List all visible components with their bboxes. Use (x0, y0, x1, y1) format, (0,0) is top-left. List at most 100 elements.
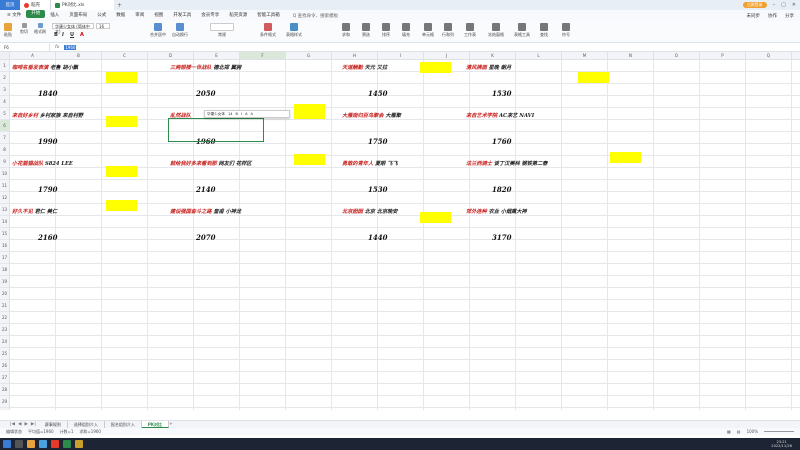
row-header-23[interactable]: 23 (0, 324, 10, 336)
column-header-E[interactable]: E (194, 52, 240, 60)
italic-button[interactable]: I (62, 32, 64, 38)
highlight-cell[interactable] (420, 62, 451, 73)
cut-button[interactable]: 剪切 (20, 23, 28, 35)
fx-icon[interactable]: fx (55, 45, 59, 50)
team-score[interactable]: 2140 (196, 185, 215, 194)
zoom-slider[interactable] (764, 431, 794, 432)
row-header-10[interactable]: 10 (0, 168, 10, 180)
sheet-tab-2[interactable]: 报名组别介入 (105, 421, 142, 428)
sheet-nav-1[interactable]: ◀ (18, 422, 21, 427)
column-header-A[interactable]: A (10, 52, 56, 60)
row-header-12[interactable]: 12 (0, 192, 10, 204)
column-header-H[interactable]: H (332, 52, 378, 60)
sort-button[interactable]: 排序 (382, 23, 390, 38)
tab-daoke[interactable]: 稻壳 (20, 0, 50, 10)
team-score[interactable]: 1530 (492, 89, 511, 98)
row-header-26[interactable]: 26 (0, 360, 10, 372)
column-header-I[interactable]: I (378, 52, 424, 60)
system-clock[interactable]: 23:21 2022/11/26 (771, 438, 792, 450)
row-header-1[interactable]: 1 (0, 60, 10, 72)
row-header-6[interactable]: 6 (0, 120, 10, 132)
close-button[interactable]: ✕ (792, 2, 796, 8)
row-header-8[interactable]: 8 (0, 144, 10, 156)
filter-button[interactable]: 筛选 (362, 23, 370, 38)
mini-fill-button[interactable]: A (251, 112, 253, 116)
spreadsheet-app-icon[interactable] (63, 440, 71, 448)
row-header-28[interactable]: 28 (0, 384, 10, 396)
windows-start-icon[interactable] (3, 440, 11, 448)
team-score[interactable]: 2070 (196, 233, 215, 242)
menu-item-1[interactable]: 插入 (45, 10, 64, 21)
team-score[interactable]: 1990 (38, 137, 57, 146)
column-header-M[interactable]: M (562, 52, 608, 60)
team-score[interactable]: 1760 (492, 137, 511, 146)
minimize-button[interactable]: – (773, 2, 776, 8)
highlight-cell[interactable] (106, 72, 137, 83)
maximize-button[interactable]: ▢ (781, 2, 786, 8)
worksheet-button[interactable]: 工作表 (464, 23, 476, 38)
row-header-19[interactable]: 19 (0, 276, 10, 288)
command-search[interactable]: Q 查找命令、搜索模板 (293, 13, 338, 19)
menu-item-0[interactable]: 开始 (26, 10, 46, 18)
selected-cell[interactable] (168, 118, 264, 142)
highlight-cell[interactable] (420, 212, 451, 223)
menu-item-9[interactable]: 稻壳资源 (224, 10, 252, 21)
table-style-button[interactable]: 表格样式 (286, 23, 302, 38)
column-header-J[interactable]: J (424, 52, 470, 60)
column-header-C[interactable]: C (102, 52, 148, 60)
menu-file[interactable]: ≡ 文件 (2, 10, 26, 21)
menu-item-10[interactable]: 智能工具箱 (252, 10, 285, 21)
sheet-nav-0[interactable]: |◀ (10, 422, 15, 427)
fill-button[interactable]: 填充 (402, 23, 410, 38)
menu-right-0[interactable]: 未同步 (747, 13, 761, 19)
team-score[interactable]: 1450 (368, 89, 387, 98)
row-header-17[interactable]: 17 (0, 252, 10, 264)
menu-item-7[interactable]: 开发工具 (168, 10, 196, 21)
sheet-nav-3[interactable]: ▶| (31, 422, 36, 427)
column-header-O[interactable]: O (654, 52, 700, 60)
row-header-14[interactable]: 14 (0, 216, 10, 228)
sum-button[interactable]: 求和 (342, 23, 350, 38)
row-header-29[interactable]: 29 (0, 396, 10, 408)
column-header-L[interactable]: L (516, 52, 562, 60)
row-header-13[interactable]: 13 (0, 204, 10, 216)
name-box[interactable]: F6 (0, 43, 50, 51)
wrap-button[interactable]: 自动换行 (172, 23, 188, 38)
row-header-5[interactable]: 5 (0, 108, 10, 120)
tab-home[interactable]: 首页 (0, 0, 20, 10)
row-header-16[interactable]: 16 (0, 240, 10, 252)
table-tools-button[interactable]: 表格工具 (514, 23, 530, 38)
team-score[interactable]: 3170 (492, 233, 511, 242)
highlight-cell[interactable] (610, 152, 641, 163)
font-name-select[interactable]: 华康少女体 (简体中文) (52, 23, 94, 34)
mini-underline-button[interactable]: A (245, 112, 247, 116)
column-header-B[interactable]: B (56, 52, 102, 60)
mini-italic-button[interactable]: I (241, 112, 242, 116)
zoom-level[interactable]: 100% (747, 429, 758, 434)
column-header-R[interactable]: R (792, 52, 800, 60)
highlight-cell[interactable] (106, 200, 137, 211)
menu-item-6[interactable]: 视图 (149, 10, 168, 21)
sheet-tab-0[interactable]: 赛事规则 (39, 421, 68, 428)
tab-document[interactable]: PK对比.xls (50, 0, 114, 10)
column-header-P[interactable]: P (700, 52, 746, 60)
menu-item-2[interactable]: 页面布局 (64, 10, 92, 21)
paste-button[interactable]: 粘贴 (4, 23, 12, 38)
row-header-7[interactable]: 7 (0, 132, 10, 144)
column-header-N[interactable]: N (608, 52, 654, 60)
highlight-cell[interactable] (578, 72, 609, 83)
row-header-20[interactable]: 20 (0, 288, 10, 300)
row-header-18[interactable]: 18 (0, 264, 10, 276)
row-header-22[interactable]: 22 (0, 312, 10, 324)
cond-format-button[interactable]: 条件格式 (260, 23, 276, 38)
cell-button[interactable]: 单元格 (422, 23, 434, 38)
column-header-Q[interactable]: Q (746, 52, 792, 60)
sheet-nav-2[interactable]: ▶ (24, 422, 27, 427)
column-header-G[interactable]: G (286, 52, 332, 60)
column-header-D[interactable]: D (148, 52, 194, 60)
menu-right-1[interactable]: 协作 (768, 13, 777, 19)
rowcol-button[interactable]: 行和列 (442, 23, 454, 38)
team-score[interactable]: 1530 (368, 185, 387, 194)
bold-button[interactable]: B (54, 32, 58, 38)
row-header-9[interactable]: 9 (0, 156, 10, 168)
